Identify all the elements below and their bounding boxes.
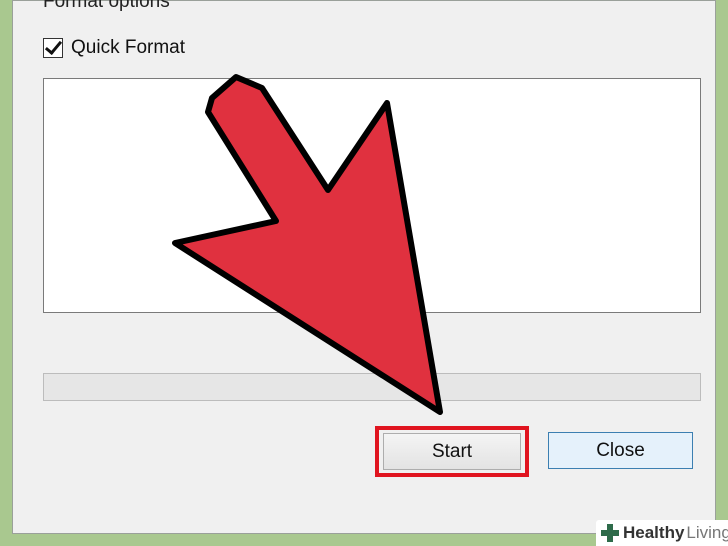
watermark-word-living: Living <box>686 523 728 542</box>
watermark-word-healthy: Healthy <box>623 523 685 542</box>
healthy-living-watermark: Healthy Living <box>596 520 728 546</box>
plus-cross-icon <box>601 524 619 542</box>
pointer-arrow-icon <box>172 74 443 415</box>
